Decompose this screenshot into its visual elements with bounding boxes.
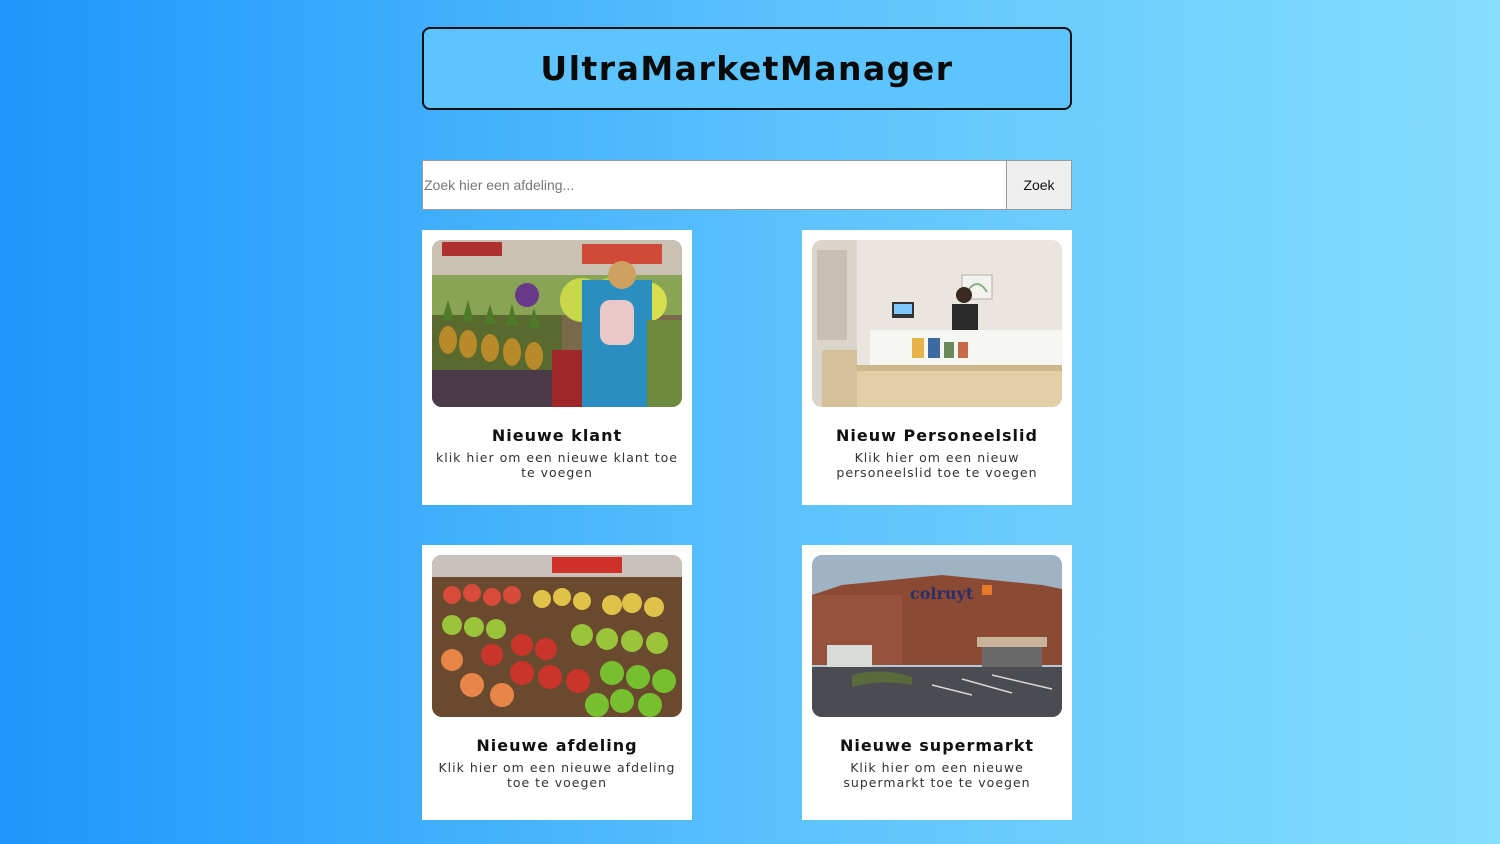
card-new-department[interactable]: Nieuwe afdeling Klik hier om een nieuwe …: [422, 545, 692, 820]
apple-display-image: [432, 555, 682, 717]
shopper-in-fruit-aisle-image: [432, 240, 682, 407]
search-bar: Zoek: [422, 160, 1072, 210]
card-new-customer[interactable]: Nieuwe klant klik hier om een nieuwe kla…: [422, 230, 692, 505]
card-new-supermarket[interactable]: colruyt Nieuwe supermarkt Klik hier om e…: [802, 545, 1072, 820]
app-header: UltraMarketManager: [422, 27, 1072, 110]
card-title: Nieuwe supermarkt: [839, 736, 1035, 755]
shop-employee-at-counter-image: [812, 240, 1062, 407]
search-input[interactable]: [422, 160, 1007, 210]
card-description: klik hier om een nieuwe klant toe te voe…: [436, 450, 678, 480]
card-description: Klik hier om een nieuwe supermarkt toe t…: [843, 760, 1031, 790]
search-button[interactable]: Zoek: [1007, 160, 1072, 210]
card-new-employee[interactable]: Nieuw Personeelslid Klik hier om een nie…: [802, 230, 1072, 505]
app-title: UltraMarketManager: [540, 49, 954, 88]
supermarket-building-image: colruyt: [812, 555, 1062, 717]
card-title: Nieuw Personeelslid: [836, 426, 1038, 445]
card-title: Nieuwe afdeling: [476, 736, 638, 755]
card-description: Klik hier om een nieuw personeelslid toe…: [836, 450, 1038, 480]
card-title: Nieuwe klant: [491, 426, 623, 445]
card-description: Klik hier om een nieuwe afdeling toe te …: [438, 760, 676, 790]
sign-text: colruyt: [910, 584, 974, 603]
